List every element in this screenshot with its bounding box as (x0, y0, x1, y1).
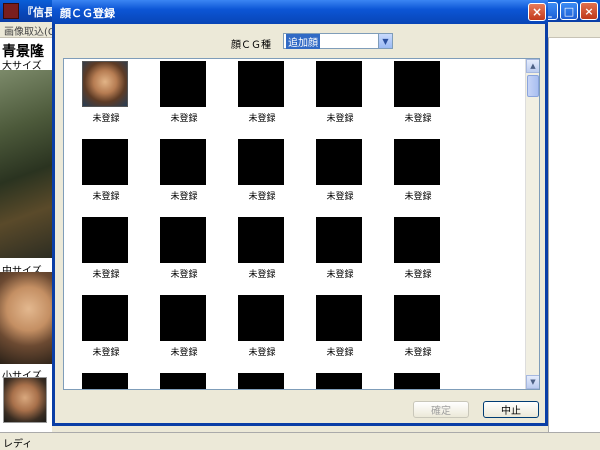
scroll-down-button[interactable]: ▼ (526, 375, 539, 389)
face-cell[interactable]: 未登録 (82, 295, 148, 371)
face-cell[interactable]: 未登録 (160, 139, 226, 215)
face-cell[interactable] (160, 373, 226, 389)
status-bar: レディ (0, 432, 600, 450)
empty-face-slot[interactable] (160, 61, 206, 107)
face-cell-label: 未登録 (170, 348, 198, 358)
empty-face-slot[interactable] (238, 217, 284, 263)
empty-face-slot[interactable] (82, 217, 128, 263)
vertical-scrollbar[interactable]: ▲ ▼ (525, 59, 539, 389)
empty-face-slot[interactable] (316, 139, 362, 185)
face-cell[interactable]: 未登録 (160, 217, 226, 293)
face-cell[interactable]: 未登録 (394, 217, 460, 293)
face-cell-label: 未登録 (248, 270, 276, 280)
face-cell[interactable]: 未登録 (394, 139, 460, 215)
empty-face-slot[interactable] (316, 217, 362, 263)
dialog-close-button[interactable]: × (528, 3, 546, 21)
empty-face-slot[interactable] (238, 61, 284, 107)
status-text: レディ (3, 439, 33, 450)
face-cell[interactable]: 未登録 (238, 61, 304, 137)
empty-face-slot[interactable] (394, 295, 440, 341)
face-cell[interactable]: 未登録 (316, 295, 382, 371)
face-cell-label: 未登録 (170, 192, 198, 202)
face-grid-panel: 未登録 未登録 未登録 未登録 未登録 未登録 未登録 未登録 未登録 未登録 未登録 未登録 未登録未… (63, 58, 540, 390)
face-cell-label: 未登録 (92, 192, 120, 202)
portrait-small-image (3, 377, 47, 423)
face-cell-label: 未登録 (92, 114, 120, 124)
face-cell[interactable]: 未登録 (394, 295, 460, 371)
face-cell[interactable]: 未登録 (316, 61, 382, 137)
empty-face-slot[interactable] (238, 295, 284, 341)
face-cell[interactable]: 未登録 (160, 295, 226, 371)
face-cell-label: 未登録 (404, 114, 432, 124)
face-cell[interactable]: 未登録 (316, 139, 382, 215)
scroll-up-button[interactable]: ▲ (526, 59, 539, 73)
face-cell-label: 未登録 (248, 348, 276, 358)
empty-face-slot[interactable] (238, 373, 284, 389)
face-cell[interactable]: 未登録 (238, 295, 304, 371)
main-close-button[interactable]: × (580, 2, 598, 20)
empty-face-slot[interactable] (316, 61, 362, 107)
cg-type-value: 追加顔 (286, 33, 320, 49)
face-cell-label: 未登録 (92, 270, 120, 280)
empty-face-slot[interactable] (316, 373, 362, 389)
chevron-down-icon[interactable]: ▼ (378, 34, 392, 48)
cg-type-select[interactable]: 追加顔 ▼ (283, 33, 393, 49)
face-cell-label: 未登録 (404, 270, 432, 280)
face-cell-label: 未登録 (326, 114, 354, 124)
face-cell-label: 未登録 (92, 348, 120, 358)
face-cell[interactable]: 未登録 (160, 61, 226, 137)
face-cell[interactable]: 未登録 (82, 139, 148, 215)
face-cell-label: 未登録 (248, 114, 276, 124)
menu-image-import[interactable]: 画像取込(C (4, 23, 55, 38)
empty-face-slot[interactable] (316, 295, 362, 341)
empty-face-slot[interactable] (394, 373, 440, 389)
portrait-large-image (0, 70, 52, 258)
face-cell[interactable]: 未登録 (82, 217, 148, 293)
confirm-button[interactable]: 確定 (413, 401, 469, 418)
face-cell-label: 未登録 (170, 270, 198, 280)
portrait-medium-image (0, 272, 52, 364)
cancel-button[interactable]: 中止 (483, 401, 539, 418)
empty-face-slot[interactable] (82, 139, 128, 185)
face-cell[interactable] (82, 373, 148, 389)
face-cell-label: 未登録 (404, 192, 432, 202)
empty-face-slot[interactable] (394, 61, 440, 107)
face-cell-label: 未登録 (326, 348, 354, 358)
dialog-title-bar: 顔ＣＧ登録 × (52, 0, 548, 24)
face-cell-label: 未登録 (170, 114, 198, 124)
empty-face-slot[interactable] (160, 373, 206, 389)
dialog-title: 顔ＣＧ登録 (60, 7, 115, 20)
empty-face-slot[interactable] (394, 139, 440, 185)
face-cell[interactable] (238, 373, 304, 389)
empty-face-slot[interactable] (160, 217, 206, 263)
empty-face-slot[interactable] (160, 139, 206, 185)
face-cell[interactable]: 未登録 (238, 139, 304, 215)
face-cell[interactable]: 未登録 (316, 217, 382, 293)
maximize-button[interactable]: □ (560, 2, 578, 20)
face-cell-label: 未登録 (326, 192, 354, 202)
cg-type-label: 顔ＣＧ種 (231, 40, 271, 51)
empty-face-slot[interactable] (238, 139, 284, 185)
right-panel (548, 38, 600, 432)
empty-face-slot[interactable] (394, 217, 440, 263)
face-thumbnail[interactable] (82, 61, 128, 107)
face-cell[interactable] (316, 373, 382, 389)
scroll-thumb[interactable] (527, 75, 539, 97)
face-cg-register-dialog: 顔ＣＧ登録 × 顔ＣＧ種 追加顔 ▼ 未登録 未登録 未登録 未登録 未登録 未登録 未登録… (52, 0, 548, 426)
face-cell[interactable]: 未登録 (82, 61, 148, 137)
empty-face-slot[interactable] (82, 295, 128, 341)
face-cell-label: 未登録 (248, 192, 276, 202)
empty-face-slot[interactable] (160, 295, 206, 341)
face-cell[interactable]: 未登録 (238, 217, 304, 293)
face-cell[interactable]: 未登録 (394, 61, 460, 137)
face-cell[interactable] (394, 373, 460, 389)
face-cell-label: 未登録 (326, 270, 354, 280)
face-cell-label: 未登録 (404, 348, 432, 358)
app-icon (3, 3, 19, 19)
empty-face-slot[interactable] (82, 373, 128, 389)
